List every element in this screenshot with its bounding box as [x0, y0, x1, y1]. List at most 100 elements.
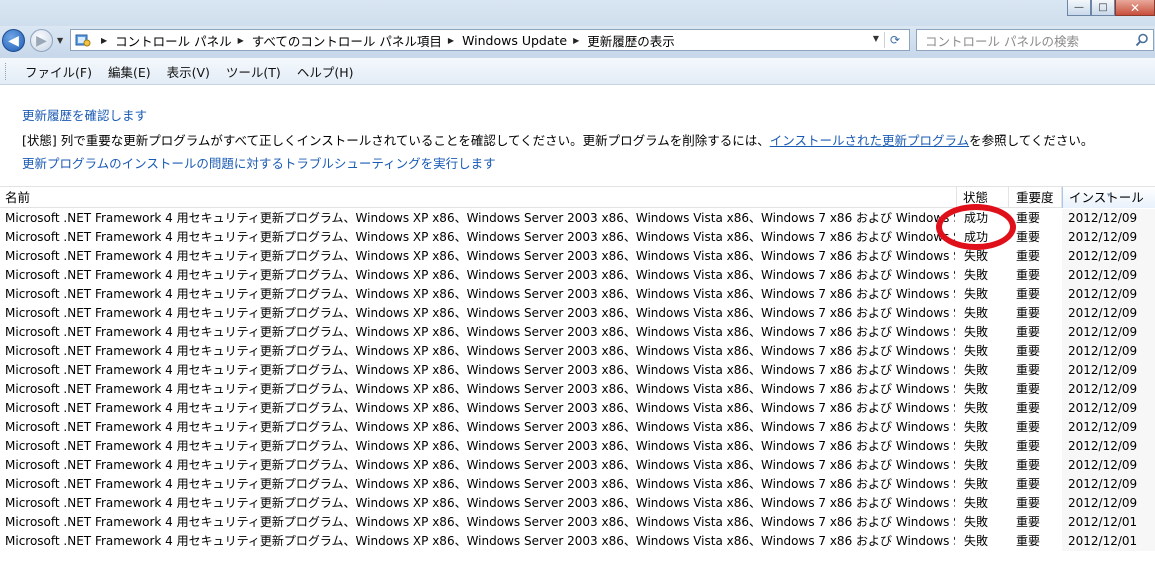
cell-name: Microsoft .NET Framework 4 用セキュリティ更新プログラ… — [5, 211, 955, 225]
cell-importance: 重要 — [1016, 325, 1041, 339]
table-row[interactable]: Microsoft .NET Framework 4 用セキュリティ更新プログラ… — [0, 247, 1155, 266]
table-row[interactable]: Microsoft .NET Framework 4 用セキュリティ更新プログラ… — [0, 304, 1155, 323]
cell-install-date: 2012/12/09 — [1062, 304, 1155, 323]
cell-importance: 重要 — [1016, 382, 1041, 396]
cell-status: 失敗 — [964, 496, 989, 510]
column-header-importance[interactable]: 重要度 — [1009, 187, 1062, 208]
table-row[interactable]: Microsoft .NET Framework 4 用セキュリティ更新プログラ… — [0, 323, 1155, 342]
cell-importance: 重要 — [1016, 458, 1041, 472]
info-panel: 更新履歴を確認します [状態] 列で重要な更新プログラムがすべて正しくインストー… — [0, 86, 1155, 184]
cell-status: 失敗 — [964, 401, 989, 415]
table-body: Microsoft .NET Framework 4 用セキュリティ更新プログラ… — [0, 209, 1155, 551]
table-row[interactable]: Microsoft .NET Framework 4 用セキュリティ更新プログラ… — [0, 399, 1155, 418]
search-icon[interactable] — [1135, 33, 1149, 47]
menu-file[interactable]: ファイル(F) — [17, 62, 100, 81]
back-button[interactable]: ◀ — [2, 29, 25, 52]
address-dropdown-icon[interactable]: ▼ — [873, 34, 879, 43]
cell-status: 失敗 — [964, 477, 989, 491]
search-input[interactable]: コントロール パネルの検索 — [916, 29, 1154, 51]
table-row[interactable]: Microsoft .NET Framework 4 用セキュリティ更新プログラ… — [0, 456, 1155, 475]
control-panel-icon — [75, 32, 91, 48]
table-row[interactable]: Microsoft .NET Framework 4 用セキュリティ更新プログラ… — [0, 285, 1155, 304]
cell-name: Microsoft .NET Framework 4 用セキュリティ更新プログラ… — [5, 496, 955, 510]
cell-importance: 重要 — [1016, 401, 1041, 415]
description-prefix: [状態] 列で重要な更新プログラムがすべて正しくインストールされていることを確認… — [22, 133, 770, 148]
column-header-install-date[interactable]: ▾ インストール日 — [1062, 187, 1155, 226]
menu-help[interactable]: ヘルプ(H) — [289, 62, 362, 81]
cell-importance: 重要 — [1016, 249, 1041, 263]
table-row[interactable]: Microsoft .NET Framework 4 用セキュリティ更新プログラ… — [0, 228, 1155, 247]
table-row[interactable]: Microsoft .NET Framework 4 用セキュリティ更新プログラ… — [0, 437, 1155, 456]
refresh-icon: ⟳ — [889, 33, 901, 47]
cell-install-date: 2012/12/09 — [1062, 399, 1155, 418]
refresh-button[interactable]: ⟳ — [884, 32, 905, 48]
troubleshoot-link[interactable]: 更新プログラムのインストールの問題に対するトラブルシューティングを実行します — [22, 153, 496, 172]
breadcrumb-separator-icon[interactable]: ▶ — [448, 36, 454, 45]
menu-grip — [5, 62, 9, 80]
menu-view[interactable]: 表示(V) — [159, 62, 218, 81]
breadcrumb-update-history[interactable]: 更新履歴の表示 — [587, 31, 675, 50]
breadcrumb-separator-icon[interactable]: ▶ — [238, 36, 244, 45]
table-row[interactable]: Microsoft .NET Framework 4 用セキュリティ更新プログラ… — [0, 475, 1155, 494]
cell-status: 成功 — [964, 230, 989, 244]
window-controls: — □ ✕ — [1067, 0, 1155, 17]
cell-name: Microsoft .NET Framework 4 用セキュリティ更新プログラ… — [5, 534, 955, 548]
close-icon: ✕ — [1129, 0, 1141, 15]
cell-name: Microsoft .NET Framework 4 用セキュリティ更新プログラ… — [5, 363, 955, 377]
cell-name: Microsoft .NET Framework 4 用セキュリティ更新プログラ… — [5, 325, 955, 339]
cell-status: 失敗 — [964, 363, 989, 377]
cell-install-date: 2012/12/01 — [1062, 532, 1155, 551]
cell-install-date: 2012/12/09 — [1062, 342, 1155, 361]
forward-button[interactable]: ▶ — [30, 29, 53, 52]
cell-status: 失敗 — [964, 420, 989, 434]
table-row[interactable]: Microsoft .NET Framework 4 用セキュリティ更新プログラ… — [0, 266, 1155, 285]
cell-name: Microsoft .NET Framework 4 用セキュリティ更新プログラ… — [5, 268, 955, 282]
recent-pages-dropdown-icon[interactable]: ▼ — [57, 36, 63, 45]
column-header-status[interactable]: 状態 — [957, 187, 1009, 208]
cell-importance: 重要 — [1016, 496, 1041, 510]
cell-importance: 重要 — [1016, 515, 1041, 529]
search-placeholder: コントロール パネルの検索 — [925, 33, 1079, 49]
update-history-table: 名前 状態 重要度 ▾ インストール日 Microsoft .NET Frame… — [0, 186, 1155, 573]
table-row[interactable]: Microsoft .NET Framework 4 用セキュリティ更新プログラ… — [0, 532, 1155, 551]
table-row[interactable]: Microsoft .NET Framework 4 用セキュリティ更新プログラ… — [0, 418, 1155, 437]
address-bar[interactable]: ▶ コントロール パネル ▶ すべてのコントロール パネル項目 ▶ Window… — [70, 29, 910, 51]
cell-status: 失敗 — [964, 325, 989, 339]
title-bar: — □ ✕ — [0, 0, 1155, 26]
description-suffix: を参照してください。 — [969, 133, 1094, 148]
minimize-button[interactable]: — — [1067, 0, 1091, 16]
menu-edit[interactable]: 編集(E) — [100, 62, 159, 81]
cell-install-date: 2012/12/01 — [1062, 513, 1155, 532]
cell-status: 失敗 — [964, 458, 989, 472]
table-row[interactable]: Microsoft .NET Framework 4 用セキュリティ更新プログラ… — [0, 342, 1155, 361]
cell-install-date: 2012/12/09 — [1062, 285, 1155, 304]
minimize-icon: — — [1074, 2, 1084, 13]
cell-install-date: 2012/12/09 — [1062, 323, 1155, 342]
breadcrumb-control-panel[interactable]: コントロール パネル — [115, 31, 231, 50]
cell-name: Microsoft .NET Framework 4 用セキュリティ更新プログラ… — [5, 306, 955, 320]
breadcrumb-separator-icon[interactable]: ▶ — [101, 36, 107, 45]
cell-status: 失敗 — [964, 344, 989, 358]
column-header-name[interactable]: 名前 — [0, 187, 957, 208]
table-row[interactable]: Microsoft .NET Framework 4 用セキュリティ更新プログラ… — [0, 209, 1155, 228]
breadcrumb-all-items[interactable]: すべてのコントロール パネル項目 — [252, 31, 442, 50]
installed-updates-link[interactable]: インストールされた更新プログラム — [770, 133, 969, 148]
maximize-icon: □ — [1098, 2, 1108, 13]
cell-name: Microsoft .NET Framework 4 用セキュリティ更新プログラ… — [5, 249, 955, 263]
table-row[interactable]: Microsoft .NET Framework 4 用セキュリティ更新プログラ… — [0, 513, 1155, 532]
cell-install-date: 2012/12/09 — [1062, 209, 1155, 228]
breadcrumb-windows-update[interactable]: Windows Update — [462, 33, 567, 48]
cell-importance: 重要 — [1016, 211, 1041, 225]
breadcrumb-separator-icon[interactable]: ▶ — [573, 36, 579, 45]
close-button[interactable]: ✕ — [1115, 0, 1155, 16]
menu-tools[interactable]: ツール(T) — [218, 62, 289, 81]
table-row[interactable]: Microsoft .NET Framework 4 用セキュリティ更新プログラ… — [0, 494, 1155, 513]
cell-install-date: 2012/12/09 — [1062, 437, 1155, 456]
maximize-button[interactable]: □ — [1091, 0, 1115, 16]
table-row[interactable]: Microsoft .NET Framework 4 用セキュリティ更新プログラ… — [0, 361, 1155, 380]
back-arrow-icon: ◀ — [8, 32, 19, 49]
cell-importance: 重要 — [1016, 534, 1041, 548]
cell-status: 失敗 — [964, 534, 989, 548]
cell-importance: 重要 — [1016, 439, 1041, 453]
table-row[interactable]: Microsoft .NET Framework 4 用セキュリティ更新プログラ… — [0, 380, 1155, 399]
